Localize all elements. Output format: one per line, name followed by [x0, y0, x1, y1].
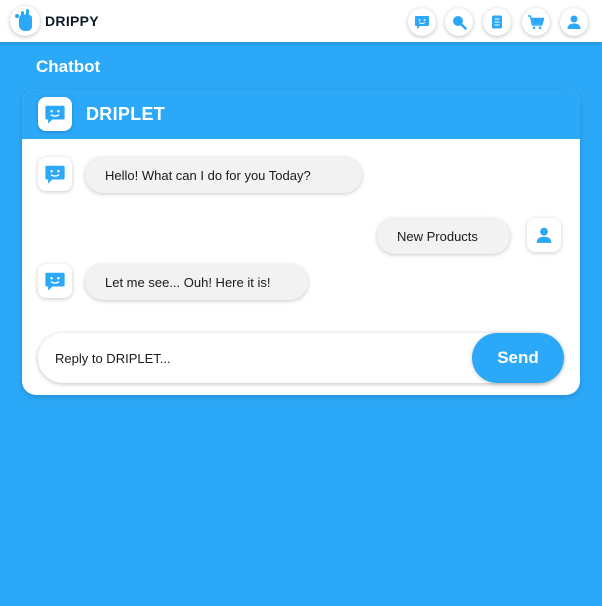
- user-icon: [567, 15, 581, 29]
- cart-icon: [528, 15, 545, 30]
- chat-nav-button[interactable]: [408, 8, 436, 36]
- send-button[interactable]: Send: [472, 333, 564, 383]
- document-nav-button[interactable]: [483, 8, 511, 36]
- bot-message-bubble: Hello! What can I do for you Today?: [85, 157, 362, 193]
- drippy-logo-icon[interactable]: [10, 6, 40, 36]
- search-icon: [453, 16, 467, 30]
- user-avatar: [527, 218, 561, 252]
- user-icon: [536, 227, 552, 243]
- chat-bot-icon: [45, 272, 65, 291]
- reply-input[interactable]: [38, 333, 468, 383]
- bot-avatar: [38, 264, 72, 298]
- chat-panel: DRIPLET Hello! What can I do for you Tod…: [22, 89, 580, 395]
- search-nav-button[interactable]: [445, 8, 473, 36]
- chat-header: DRIPLET: [22, 89, 580, 139]
- brand-name: DRIPPY: [45, 13, 99, 29]
- bot-message-bubble: Let me see... Ouh! Here it is!: [85, 264, 308, 300]
- cart-nav-button[interactable]: [522, 8, 550, 36]
- bot-avatar: [38, 97, 72, 131]
- document-icon: [492, 15, 502, 29]
- user-nav-button[interactable]: [560, 8, 588, 36]
- page-title: Chatbot: [36, 57, 101, 76]
- reply-bar: Send: [38, 333, 564, 383]
- bot-avatar: [38, 157, 72, 191]
- top-bar: DRIPPY: [0, 0, 602, 42]
- chat-icon: [415, 16, 429, 29]
- chat-bot-icon: [45, 165, 65, 184]
- chat-bot-icon: [45, 105, 65, 124]
- chat-header-name: DRIPLET: [86, 104, 166, 124]
- user-message-bubble: New Products: [377, 218, 510, 254]
